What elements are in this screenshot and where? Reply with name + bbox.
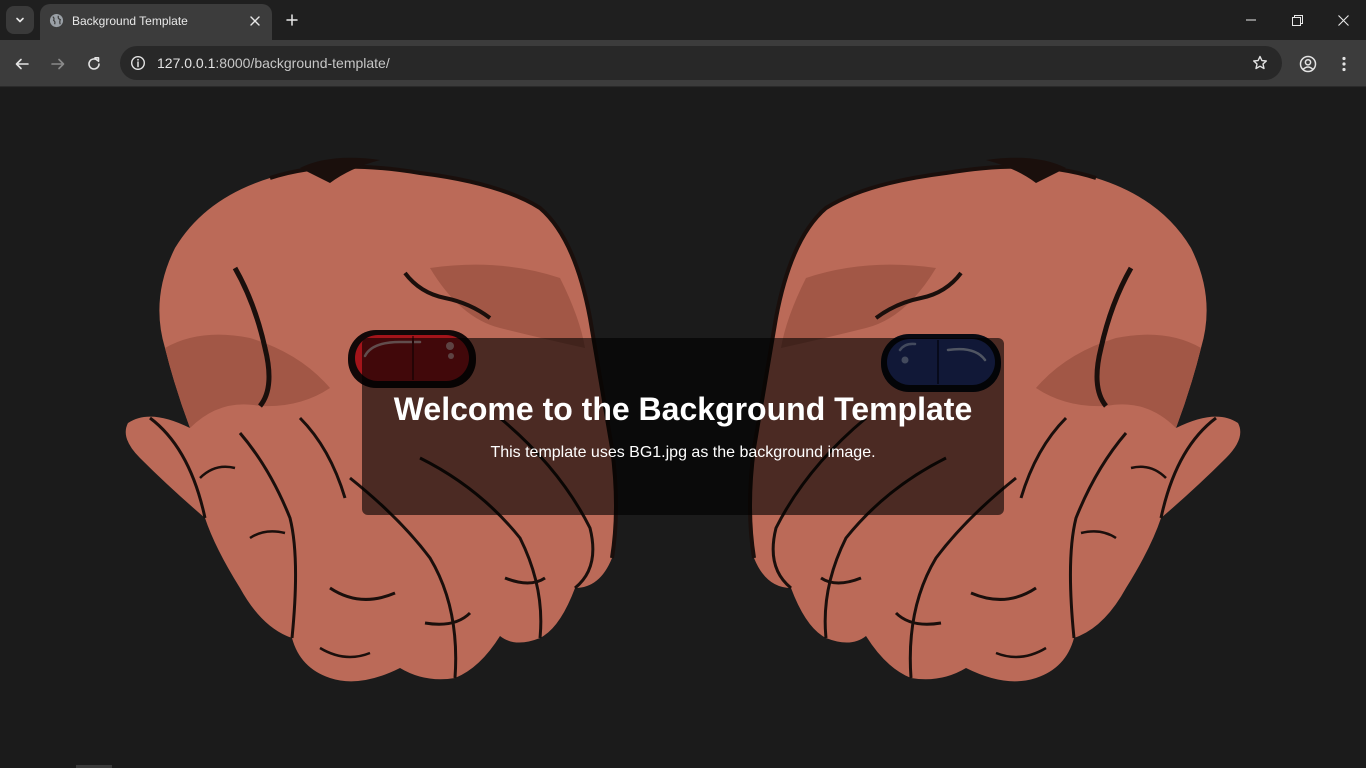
minimize-icon [1246, 19, 1256, 21]
page-title: Welcome to the Background Template [393, 391, 973, 427]
address-bar[interactable]: 127.0.0.1:8000/background-template/ [120, 46, 1282, 80]
restore-button[interactable] [1274, 0, 1320, 40]
plus-icon [286, 14, 298, 26]
reload-button[interactable] [80, 50, 108, 78]
tab-search-button[interactable] [6, 6, 34, 34]
new-tab-button[interactable] [280, 8, 304, 32]
restore-icon [1291, 14, 1303, 26]
url-text[interactable]: 127.0.0.1:8000/background-template/ [157, 55, 390, 71]
star-icon [1253, 55, 1267, 70]
page-viewport: Welcome to the Background Template This … [0, 88, 1366, 768]
info-icon [130, 55, 146, 71]
tab-title: Background Template [72, 14, 188, 28]
tab-strip: Background Template [0, 0, 1366, 40]
close-window-button[interactable] [1320, 0, 1366, 40]
page-description: This template uses BG1.jpg as the backgr… [490, 444, 876, 461]
reload-icon [88, 57, 100, 70]
more-vertical-icon [1342, 56, 1346, 72]
chevron-down-icon [16, 17, 24, 23]
url-path: :8000/background-template/ [215, 55, 390, 71]
minimize-button[interactable] [1228, 0, 1274, 40]
arrow-left-icon [15, 58, 29, 70]
arrow-right-icon [51, 58, 65, 70]
browser-toolbar: 127.0.0.1:8000/background-template/ [0, 40, 1366, 87]
close-icon [250, 16, 260, 26]
site-info-button[interactable] [126, 51, 150, 75]
browser-menu-button[interactable] [1330, 50, 1358, 78]
tab-close-button[interactable] [246, 12, 264, 30]
forward-button[interactable] [44, 50, 72, 78]
back-button[interactable] [8, 50, 36, 78]
globe-icon [49, 13, 64, 28]
account-icon [1299, 55, 1317, 73]
bookmark-button[interactable] [1248, 51, 1272, 75]
close-icon [1337, 14, 1349, 26]
welcome-panel: Welcome to the Background Template This … [362, 338, 1004, 515]
url-host: 127.0.0.1 [157, 55, 216, 71]
active-tab[interactable]: Background Template [40, 4, 272, 40]
profile-button[interactable] [1294, 50, 1322, 78]
